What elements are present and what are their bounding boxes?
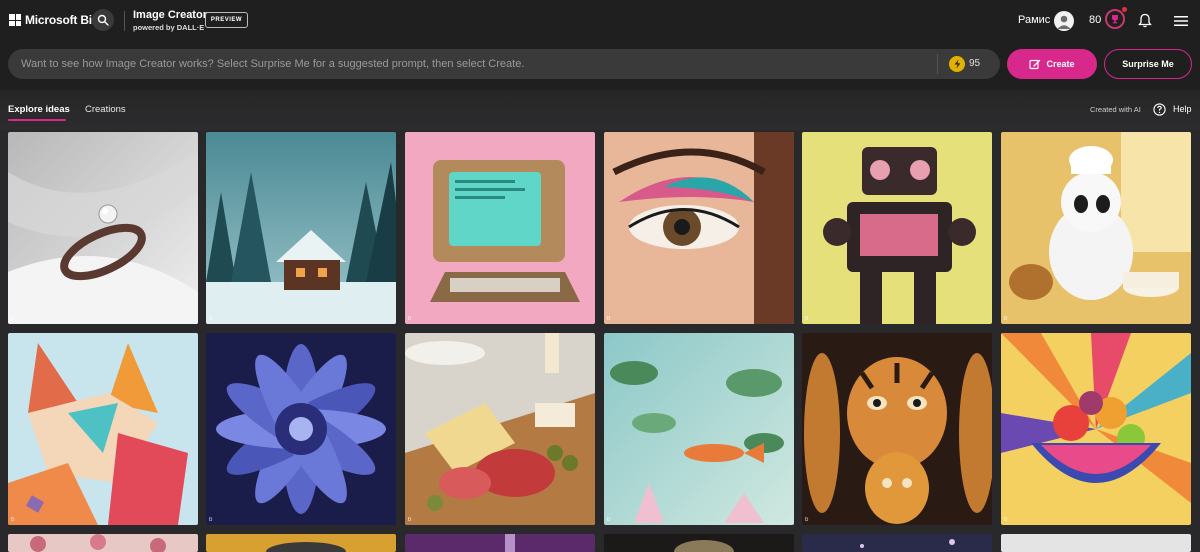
- user-name[interactable]: Рамис: [1018, 14, 1050, 26]
- create-button[interactable]: Create: [1007, 49, 1097, 79]
- user-avatar-icon[interactable]: [1054, 11, 1074, 31]
- active-tab-indicator: [8, 119, 66, 121]
- top-bar: Microsoft Bing Image Creator powered by …: [0, 0, 1200, 42]
- prompt-box: 95: [8, 49, 1000, 79]
- image-tile-fruit-bowl[interactable]: b: [1001, 333, 1191, 525]
- image-tile-koi-pond[interactable]: b: [604, 333, 794, 525]
- tab-explore-ideas[interactable]: Explore ideas: [8, 104, 70, 115]
- surprise-me-button[interactable]: Surprise Me: [1104, 49, 1192, 79]
- image-tile-retro-computer[interactable]: b: [405, 132, 595, 324]
- preview-badge: PREVIEW: [205, 12, 248, 28]
- rewards-trophy-icon[interactable]: [1105, 9, 1125, 29]
- tile-watermark: b: [607, 517, 611, 523]
- image-tile-blossoms[interactable]: [8, 534, 198, 552]
- image-tile-night-sky[interactable]: [802, 534, 992, 552]
- search-icon: [97, 14, 109, 26]
- tile-watermark: b: [408, 316, 412, 322]
- prompt-divider: [937, 54, 938, 74]
- tile-watermark: b: [209, 517, 213, 523]
- tile-watermark: b: [607, 316, 611, 322]
- image-tile-eye-makeup[interactable]: b: [604, 132, 794, 324]
- help-link[interactable]: Help: [1173, 104, 1192, 114]
- tile-watermark: b: [805, 316, 809, 322]
- created-with-ai-label: Created with AI: [1090, 105, 1141, 114]
- microsoft-logo-icon[interactable]: [9, 14, 21, 26]
- search-button[interactable]: [92, 9, 114, 31]
- image-tile-robot[interactable]: b: [802, 132, 992, 324]
- tile-watermark: b: [1004, 517, 1008, 523]
- surprise-me-label: Surprise Me: [1122, 59, 1174, 69]
- image-tile-blue-flower[interactable]: b: [206, 333, 396, 525]
- tile-watermark: b: [209, 316, 213, 322]
- tile-watermark: b: [408, 517, 412, 523]
- create-icon: [1029, 59, 1041, 69]
- tile-watermark: b: [11, 517, 15, 523]
- image-tile-ring[interactable]: b: [8, 132, 198, 324]
- prompt-area: 95 Create Surprise Me: [0, 42, 1200, 90]
- image-tile-golden[interactable]: [206, 534, 396, 552]
- tile-watermark: b: [1004, 316, 1008, 322]
- boost-bolt-icon[interactable]: [949, 56, 965, 72]
- bell-icon[interactable]: [1138, 13, 1152, 33]
- tile-watermark: b: [805, 517, 809, 523]
- create-label: Create: [1046, 59, 1075, 69]
- app-title[interactable]: Image Creator: [133, 9, 207, 21]
- image-tile-paper-fox[interactable]: b: [8, 333, 198, 525]
- image-tile-light[interactable]: [1001, 534, 1191, 552]
- image-tile-charcuterie[interactable]: b: [405, 333, 595, 525]
- notification-dot: [1122, 7, 1127, 12]
- help-icon[interactable]: [1153, 103, 1166, 121]
- app-subtitle: powered by DALL·E: [133, 23, 205, 32]
- image-tile-winter-cabin[interactable]: b: [206, 132, 396, 324]
- image-grid: b b b b b b b b b b b b: [0, 130, 1200, 552]
- image-tile-panda-chef[interactable]: b: [1001, 132, 1191, 324]
- prompt-input[interactable]: [21, 49, 921, 79]
- tab-creations[interactable]: Creations: [85, 104, 126, 115]
- boost-count: 95: [969, 58, 981, 69]
- reward-points[interactable]: 80: [1089, 14, 1101, 26]
- image-tile-tiger-figurines[interactable]: b: [802, 333, 992, 525]
- tile-watermark: b: [11, 316, 15, 322]
- hamburger-menu-icon[interactable]: [1174, 14, 1188, 32]
- image-tile-purple[interactable]: [405, 534, 595, 552]
- tab-bar: Explore ideas Creations Created with AI …: [0, 90, 1200, 130]
- header-divider: [124, 11, 125, 31]
- image-tile-dark-orb[interactable]: [604, 534, 794, 552]
